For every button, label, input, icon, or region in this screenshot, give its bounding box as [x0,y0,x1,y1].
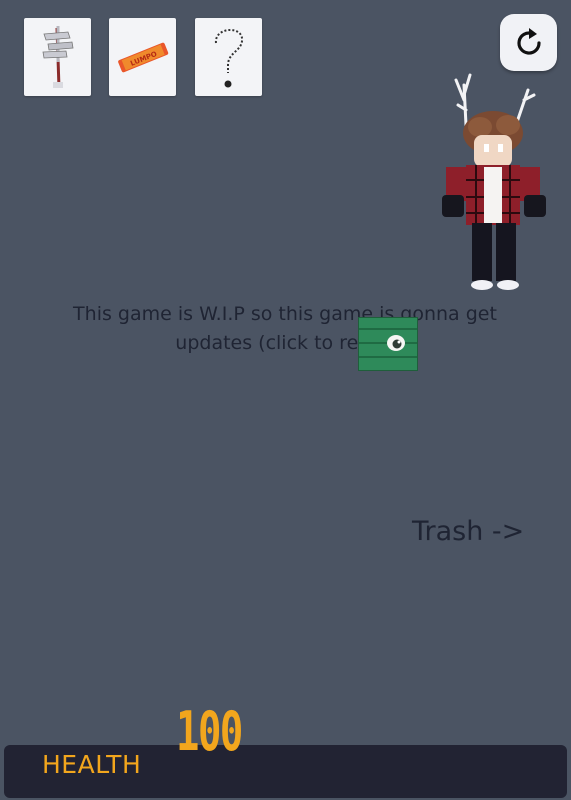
question-mark-icon [214,29,243,88]
signpost-icon [42,26,73,89]
deer-antler-avatar-icon [442,73,546,290]
candy-bar-icon: LUMPO [117,42,168,73]
inventory-slot-signpost[interactable] [24,18,91,96]
inventory-slot-question-mark[interactable] [195,18,262,96]
inventory-slot-candy-bar[interactable]: LUMPO [109,18,176,96]
player-character[interactable] [436,55,561,295]
health-value: 100 [176,700,243,763]
trash-drop-zone[interactable]: Trash -> [412,516,524,547]
wip-notice[interactable]: This game is W.I.P so this game is gonna… [40,300,530,358]
health-label: HEALTH [42,750,142,779]
green-crate[interactable] [357,316,419,372]
green-crate-eye-icon [357,316,419,372]
